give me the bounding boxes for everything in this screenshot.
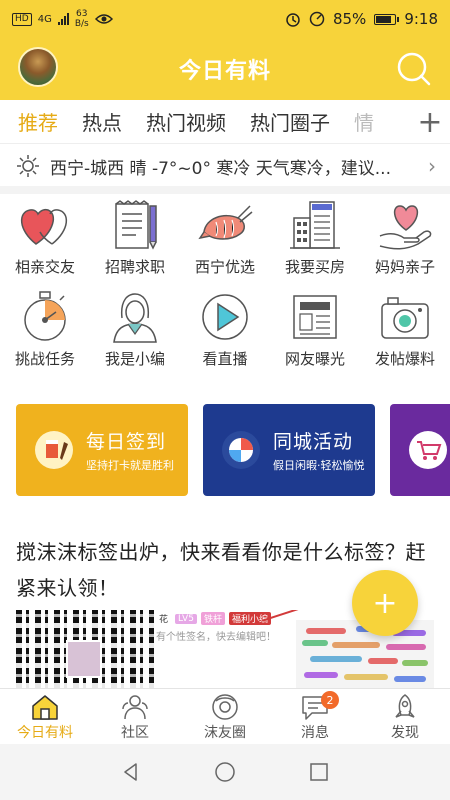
network-type: 4G [37,13,52,25]
avatar [66,640,102,678]
grid-item-buy-house[interactable]: 我要买房 [270,196,360,282]
pencil-icon [35,431,73,469]
weather-text: 西宁-城西 晴 -7°~0° 寒冷 天气寒冷，建议... [50,158,391,179]
sun-icon [17,155,39,177]
notepad-icon [115,200,157,250]
tab-hot-circles[interactable]: 热门圈子 [238,107,342,136]
grid-item-xining-select[interactable]: 西宁优选 [180,196,270,282]
tab-recommend[interactable]: 推荐 [0,107,70,136]
nav-messages[interactable]: 2 消息 [270,689,360,744]
grid-item-jobs[interactable]: 招聘求职 [90,196,180,282]
signal-icon [57,13,69,25]
battery-icon [374,13,400,25]
stopwatch-icon [24,291,66,341]
nav-community[interactable]: 社区 [90,689,180,744]
city-events-banner[interactable]: 同城活动 假日闲暇·轻松愉悦 [203,404,375,496]
grid-item-editor[interactable]: 我是小编 [90,288,180,374]
compose-fab[interactable]: + [352,570,418,636]
feature-grid: 相亲交友 招聘求职 西宁优选 我要买房 妈妈亲子 挑战任务 我是小编 看直播 网… [0,196,450,374]
grid-item-parenting[interactable]: 妈妈亲子 [360,196,450,282]
banner-subtitle: 坚持打卡就是胜利 [86,459,174,472]
grid-item-post[interactable]: 发帖爆料 [360,288,450,374]
hearts-icon [21,208,67,245]
status-bar: HD 4G 63 B/s 85% 9:18 [0,0,450,38]
banner-title: 每日签到 [86,431,167,453]
camera-icon [381,297,429,339]
shrimp-icon [198,205,253,240]
search-icon[interactable] [396,51,432,87]
word-cloud [296,620,434,688]
unread-badge: 2 [321,691,339,709]
nav-today[interactable]: 今日有料 [0,689,90,744]
heart-hand-icon [379,205,432,250]
bottom-nav: 今日有料 社区 沫友圈 2 消息 发现 [0,688,450,744]
community-icon [122,695,148,720]
tab-hot[interactable]: 热点 [70,107,134,136]
speedometer-icon [309,11,325,27]
add-tab-button[interactable]: + [410,100,450,143]
grid-item-expose[interactable]: 网友曝光 [270,288,360,374]
tab-hot-videos[interactable]: 热门视频 [134,107,238,136]
cart-icon [409,431,447,469]
recents-icon[interactable] [308,761,330,783]
signature-hint: 有个性签名，快去编辑吧！ [156,632,276,643]
clock: 9:18 [404,10,438,28]
newspaper-icon [293,295,337,339]
hd-badge: HD [12,12,32,26]
page-title: 今日有料 [178,59,271,84]
qr-code [16,610,154,688]
eye-icon [94,14,113,24]
grid-item-dating[interactable]: 相亲交友 [0,196,90,282]
shopping-banner[interactable] [390,404,450,496]
user-tags: 花 LV5 铁杆 福利小编 [156,612,271,625]
circle-icon [212,694,238,720]
battery-percent: 85% [332,10,367,28]
tab-emotion[interactable]: 情 [342,107,386,136]
home-circle-icon[interactable] [214,761,236,783]
banner-subtitle: 假日闲暇·轻松愉悦 [273,459,365,472]
nav-friends-circle[interactable]: 沫友圈 [180,689,270,744]
home-icon [32,695,58,720]
play-icon [202,294,248,340]
person-icon [113,293,157,343]
rocket-icon [395,694,415,718]
app-header: 今日有料 [0,38,450,100]
banner-carousel: 每日签到 坚持打卡就是胜利 同城活动 假日闲暇·轻松愉悦 [16,404,450,496]
beach-ball-icon [222,431,260,469]
system-nav-bar [0,744,450,800]
network-speed: 63 B/s [74,9,89,29]
weather-bar[interactable]: 西宁-城西 晴 -7°~0° 寒冷 天气寒冷，建议... › [0,146,450,194]
back-icon[interactable] [120,761,142,783]
channel-tabs: 推荐 热点 热门视频 热门圈子 情 + [0,100,450,144]
nav-discover[interactable]: 发现 [360,689,450,744]
grid-item-live[interactable]: 看直播 [180,288,270,374]
chevron-right-icon: › [428,154,436,178]
avatar[interactable] [18,47,58,87]
daily-signin-banner[interactable]: 每日签到 坚持打卡就是胜利 [16,404,188,496]
banner-title: 同城活动 [273,431,354,453]
building-icon [290,201,340,249]
grid-item-challenge[interactable]: 挑战任务 [0,288,90,374]
alarm-icon [286,13,300,27]
